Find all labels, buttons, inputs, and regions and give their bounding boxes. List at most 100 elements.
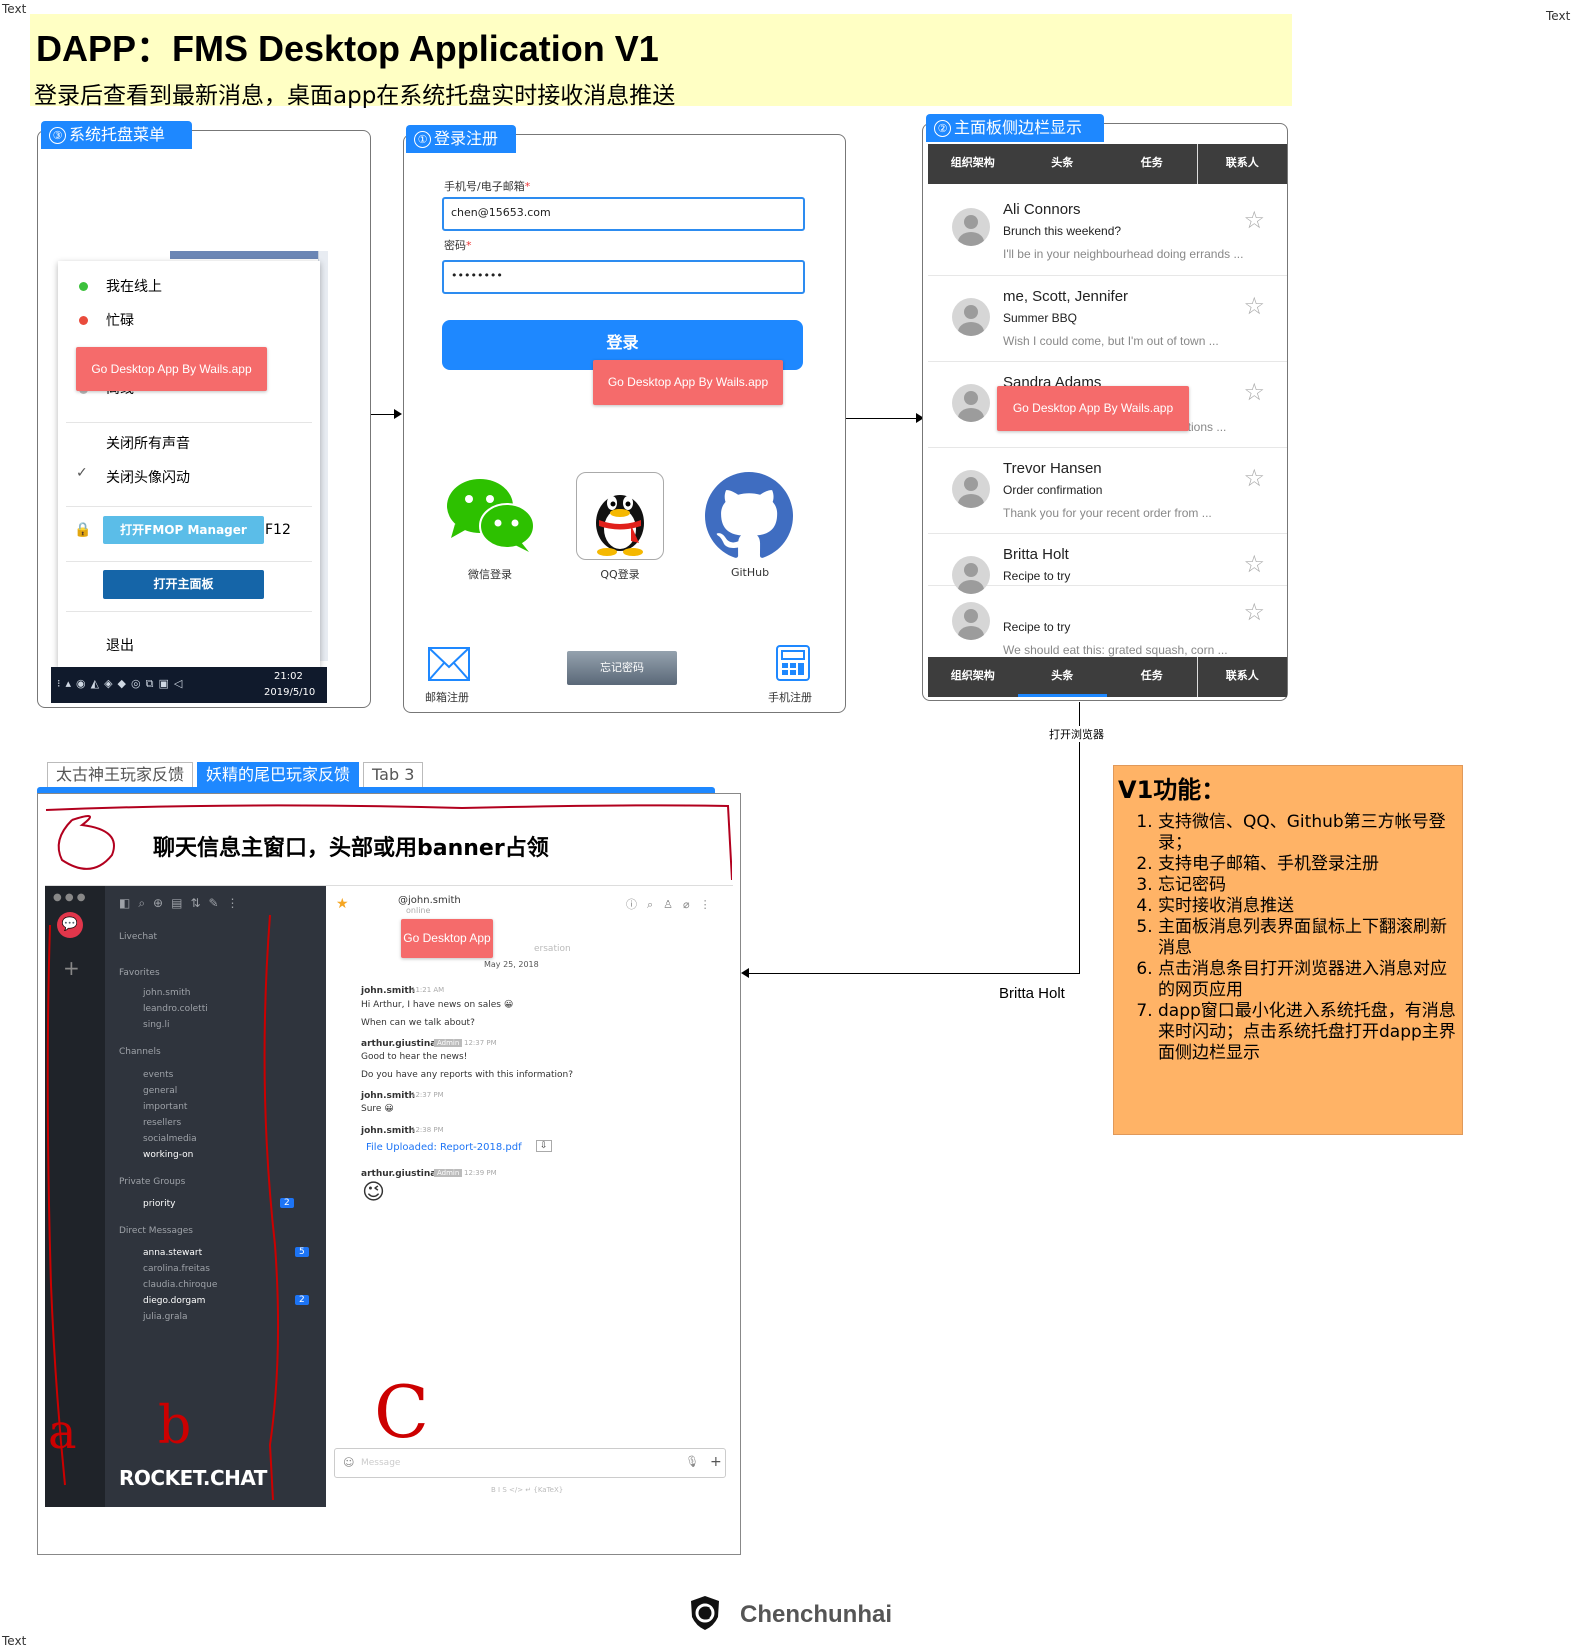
tray-panel-tag: ③ 系统托盘菜单 <box>41 121 192 149</box>
message-subject: Recipe to try <box>1003 569 1071 583</box>
account-label-text: 手机号/电子邮箱 <box>444 180 525 193</box>
main-panel-tag-label: 主面板侧边栏显示 <box>954 118 1083 137</box>
feature-item: 忘记密码 <box>1158 875 1460 896</box>
star-icon[interactable]: ☆ <box>1243 292 1265 320</box>
message-subject: Summer BBQ <box>1003 311 1078 325</box>
message-preview: I'll be in your neighbourhead doing erra… <box>1003 247 1244 261</box>
calculator-icon[interactable] <box>776 645 810 681</box>
feature-title: V1功能： <box>1118 776 1226 804</box>
message-item[interactable]: Trevor Hansen Order confirmation Thank y… <box>928 448 1287 534</box>
annotation-a: a <box>48 1404 77 1460</box>
arrowhead <box>741 968 749 978</box>
wechat-login-label[interactable]: 微信登录 <box>440 566 540 582</box>
message-item[interactable]: Recipe to try We should eat this: grated… <box>928 586 1287 658</box>
corner-label-top-right: Text <box>1546 9 1571 23</box>
star-icon[interactable]: ☆ <box>1243 378 1265 406</box>
menu-item-exit[interactable]: 退出 <box>106 635 134 655</box>
nav-tab-org[interactable]: 组织架构 <box>928 144 1018 184</box>
wails-banner-main: Go Desktop App By Wails.app <box>997 386 1189 431</box>
nav-tab-contacts[interactable]: 联系人 <box>1198 657 1288 697</box>
menu-item-busy[interactable]: 忙碌 <box>106 310 134 330</box>
main-panel-tag: ② 主面板侧边栏显示 <box>926 114 1104 142</box>
forgot-password-button[interactable]: 忘记密码 <box>567 651 677 685</box>
message-item[interactable]: Ali Connors Brunch this weekend? I'll be… <box>928 186 1287 276</box>
tray-icons-row: ⁝▴◉◭◈◆◎⧉▣◁ <box>57 677 188 690</box>
feature-box: V1功能： 支持微信、QQ、Github第三方帐号登录； 支持电子邮箱、手机登录… <box>1113 765 1463 1135</box>
connector-main-to-chat-horizontal <box>749 973 1080 974</box>
nav-tab-contacts[interactable]: 联系人 <box>1198 144 1288 184</box>
menu-separator <box>66 506 312 507</box>
github-icon[interactable] <box>705 472 793 560</box>
main-bottom-nav: 组织架构 头条 任务 联系人 <box>928 657 1287 697</box>
tab-taigu[interactable]: 太古神王玩家反馈 <box>47 762 194 788</box>
menu-item-no-flash[interactable]: 关闭头像闪动 <box>106 467 190 487</box>
nav-tab-tasks[interactable]: 任务 <box>1107 657 1198 697</box>
arrowhead <box>394 409 402 419</box>
open-main-panel-button[interactable]: 打开主面板 <box>103 570 264 599</box>
email-register-link[interactable]: 邮箱注册 <box>425 689 469 705</box>
feature-list: 支持微信、QQ、Github第三方帐号登录； 支持电子邮箱、手机登录注册 忘记密… <box>1158 812 1460 1064</box>
message-sender: me, Scott, Jennifer <box>1003 288 1129 305</box>
annotation-c: C <box>374 1370 430 1454</box>
password-input[interactable]: •••••••• <box>442 260 805 294</box>
menu-item-online[interactable]: 我在线上 <box>106 276 162 296</box>
tray-context-menu: 我在线上 忙碌 离线 关闭所有声音 ✓ 关闭头像闪动 🔒 打开FMOP Mana… <box>58 261 320 667</box>
background-window-strip <box>170 251 328 259</box>
login-panel-tag: ① 登录注册 <box>406 125 516 153</box>
checkmark-icon: ✓ <box>76 465 88 481</box>
online-status-dot <box>79 282 88 291</box>
windows-taskbar: ⁝▴◉◭◈◆◎⧉▣◁ 21:02 2019/5/10 <box>51 667 327 703</box>
star-icon[interactable]: ☆ <box>1243 550 1265 578</box>
britta-holt-label: Britta Holt <box>999 985 1065 1002</box>
feature-item: 实时接收消息推送 <box>1158 896 1460 917</box>
github-login-label[interactable]: GitHub <box>700 566 800 579</box>
nav-tab-org[interactable]: 组织架构 <box>928 657 1018 697</box>
menu-item-mute-all[interactable]: 关闭所有声音 <box>106 433 190 453</box>
message-item[interactable]: me, Scott, Jennifer Summer BBQ Wish I co… <box>928 276 1287 362</box>
tab-fairy-tail[interactable]: 妖精的尾巴玩家反馈 <box>197 762 360 788</box>
feature-item: 点击消息条目打开浏览器进入消息对应的网页应用 <box>1158 959 1460 1001</box>
star-icon[interactable]: ☆ <box>1243 464 1265 492</box>
star-icon[interactable]: ☆ <box>1243 206 1265 234</box>
lock-icon: 🔒 <box>74 522 92 538</box>
menu-separator <box>66 611 312 612</box>
connector-main-to-chat-vertical <box>1079 702 1080 974</box>
chat-tab-strip: 太古神王玩家反馈 妖精的尾巴玩家反馈 Tab 3 <box>47 762 424 788</box>
connector-login-to-main <box>846 418 920 419</box>
annotation-b: b <box>158 1396 192 1456</box>
corner-label-bottom-left: Text <box>2 1634 27 1648</box>
chat-banner-text: 聊天信息主窗口，头部或用banner占领 <box>153 836 549 861</box>
nav-tab-headlines[interactable]: 头条 <box>1018 144 1108 184</box>
avatar <box>952 470 990 508</box>
account-input[interactable]: chen@15653.com <box>442 197 805 231</box>
avatar <box>952 208 990 246</box>
qq-login-label[interactable]: QQ登录 <box>570 566 670 582</box>
nav-tab-tasks[interactable]: 任务 <box>1107 144 1198 184</box>
taskbar-date: 2019/5/10 <box>264 687 316 698</box>
feature-item: 支持电子邮箱、手机登录注册 <box>1158 854 1460 875</box>
star-icon[interactable]: ☆ <box>1243 598 1265 626</box>
main-panel-tag-number: ② <box>934 120 951 137</box>
avatar <box>952 602 990 640</box>
qq-icon[interactable] <box>576 472 664 560</box>
footer-author: Chenchunhai <box>740 1601 893 1628</box>
login-panel-tag-label: 登录注册 <box>434 129 499 148</box>
open-manager-button[interactable]: 打开FMOP Manager <box>103 516 264 544</box>
tray-panel-tag-number: ③ <box>49 127 66 144</box>
taskbar-time: 21:02 <box>274 671 303 682</box>
message-subject: Order confirmation <box>1003 483 1103 497</box>
phone-register-link[interactable]: 手机注册 <box>768 689 812 705</box>
wechat-icon[interactable] <box>445 476 537 556</box>
password-label-text: 密码 <box>444 239 466 252</box>
shield-logo-icon <box>690 1595 720 1631</box>
f12-shortcut: F12 <box>265 522 291 538</box>
menu-separator <box>66 561 312 562</box>
email-icon[interactable] <box>428 647 470 681</box>
nav-tab-headlines[interactable]: 头条 <box>1017 657 1107 697</box>
feature-item: dapp窗口最小化进入系统托盘，有消息来时闪动；点击系统托盘打开dapp主界面侧… <box>1158 1001 1460 1064</box>
avatar <box>952 384 990 422</box>
tray-panel-tag-label: 系统托盘菜单 <box>69 125 166 144</box>
tab-3[interactable]: Tab 3 <box>363 762 424 788</box>
message-item[interactable]: Britta Holt Recipe to try ☆ <box>928 534 1287 594</box>
main-top-nav: 组织架构 头条 任务 联系人 <box>928 144 1287 184</box>
